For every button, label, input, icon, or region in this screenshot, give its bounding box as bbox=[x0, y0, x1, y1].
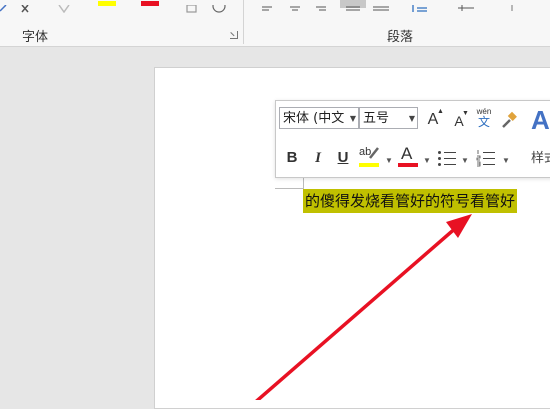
annotation-arrow bbox=[255, 214, 472, 400]
arrow-shaft bbox=[255, 224, 460, 400]
